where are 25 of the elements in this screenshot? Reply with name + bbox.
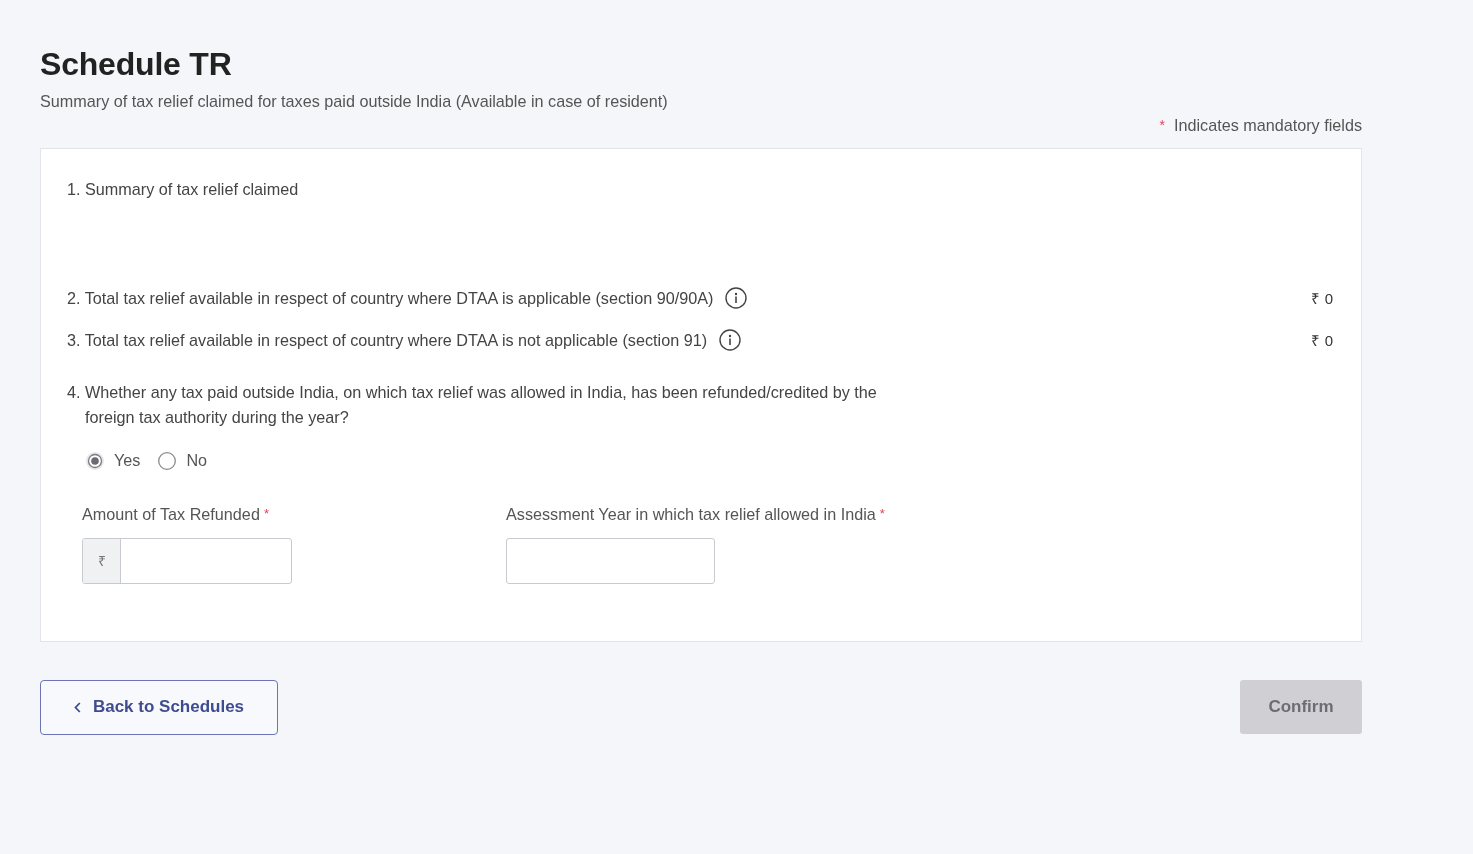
radio-button[interactable]: [158, 451, 177, 470]
page-title: Schedule TR: [40, 45, 233, 84]
required-mark: *: [1159, 116, 1165, 135]
rupee-prefix: ₹: [83, 538, 121, 583]
amount-value: ₹ 0: [1311, 331, 1333, 350]
radio-label: Yes: [114, 451, 141, 470]
item-label: 3. Total tax relief available in respect of country where DTAA is not applicable (section 91): [67, 330, 708, 350]
field-label: Assessment Year in which tax relief allowed in India: [506, 503, 876, 524]
mandatory-note: Indicates mandatory fields: [1173, 115, 1362, 135]
required-mark: *: [879, 504, 885, 523]
radio-button[interactable]: [86, 451, 104, 470]
radio-label: No: [186, 451, 208, 470]
currency-input[interactable]: ₹: [82, 537, 292, 584]
info-icon[interactable]: [719, 329, 742, 351]
section-heading: 1. Summary of tax relief claimed: [67, 179, 300, 199]
item-label: 2. Total tax relief available in respect of country where DTAA is applicable (section 90/90A): [67, 288, 714, 308]
back-button[interactable]: Back to Schedules: [40, 679, 278, 735]
field-label: Amount of Tax Refunded: [82, 503, 260, 524]
text-input[interactable]: [506, 537, 715, 584]
info-icon[interactable]: [725, 287, 748, 309]
caret-icon: [73, 701, 81, 713]
page-subtitle: Summary of tax relief claimed for taxes paid outside India (Available in case of resident): [40, 91, 669, 111]
question-text: 4. Whether any tax paid outside India, on which tax relief was allowed in India, has been refunded/credited by the foreign tax authority during the year?: [67, 381, 878, 428]
amount-value: ₹ 0: [1311, 289, 1333, 308]
required-mark: *: [263, 504, 269, 523]
